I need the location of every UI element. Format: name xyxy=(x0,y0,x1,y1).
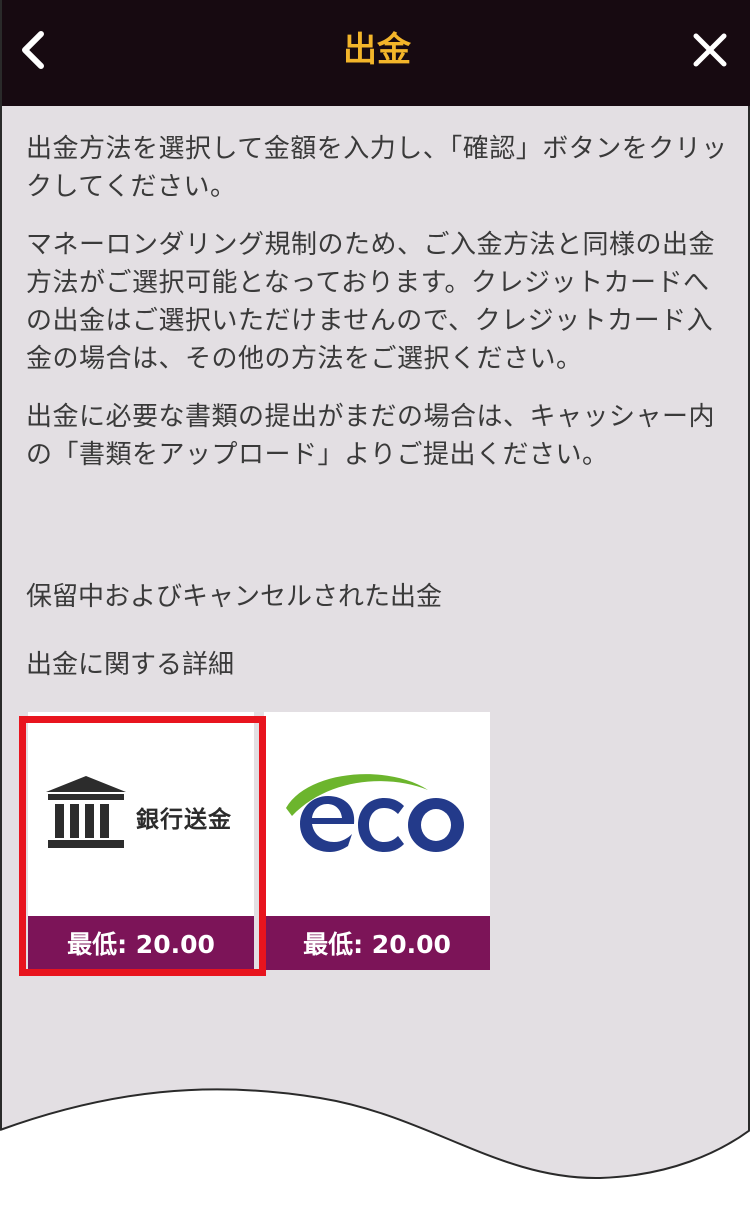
eco-logo xyxy=(286,774,464,852)
instructions: 出金方法を選択して金額を入力し、「確認」ボタンをクリックしてください。 マネーロ… xyxy=(26,130,736,494)
method-bank-transfer[interactable]: 銀行送金 最低: 20.00 xyxy=(28,712,254,970)
method-eco[interactable]: 最低: 20.00 xyxy=(264,712,490,970)
eco-min-amount: 最低: 20.00 xyxy=(264,916,490,970)
bank-icon xyxy=(46,776,126,848)
withdrawal-details-link[interactable]: 出金に関する詳細 xyxy=(26,646,234,684)
withdrawal-panel: 出金 出金方法を選択して金額を入力し、「確認」ボタンをクリックしてください。 マ… xyxy=(0,0,750,1212)
pending-withdrawals-link[interactable]: 保留中およびキャンセルされた出金 xyxy=(26,578,442,616)
bank-min-amount: 最低: 20.00 xyxy=(28,916,254,970)
documents-text: 出金に必要な書類の提出がまだの場合は、キャッシャー内の「書類をアップロード」より… xyxy=(26,402,716,470)
instruction-text: 出金方法を選択して金額を入力し、「確認」ボタンをクリックしてください。 xyxy=(26,134,728,202)
close-icon xyxy=(693,33,727,67)
torn-edge-decoration xyxy=(0,1088,750,1212)
page-title: 出金 xyxy=(343,30,411,70)
regulation-text: マネーロンダリング規制のため、ご入金方法と同様の出金方法がご選択可能となっており… xyxy=(26,230,716,374)
bank-transfer-label: 銀行送金 xyxy=(136,807,232,833)
header-bar: 出金 xyxy=(2,0,750,106)
close-button[interactable] xyxy=(682,22,738,78)
